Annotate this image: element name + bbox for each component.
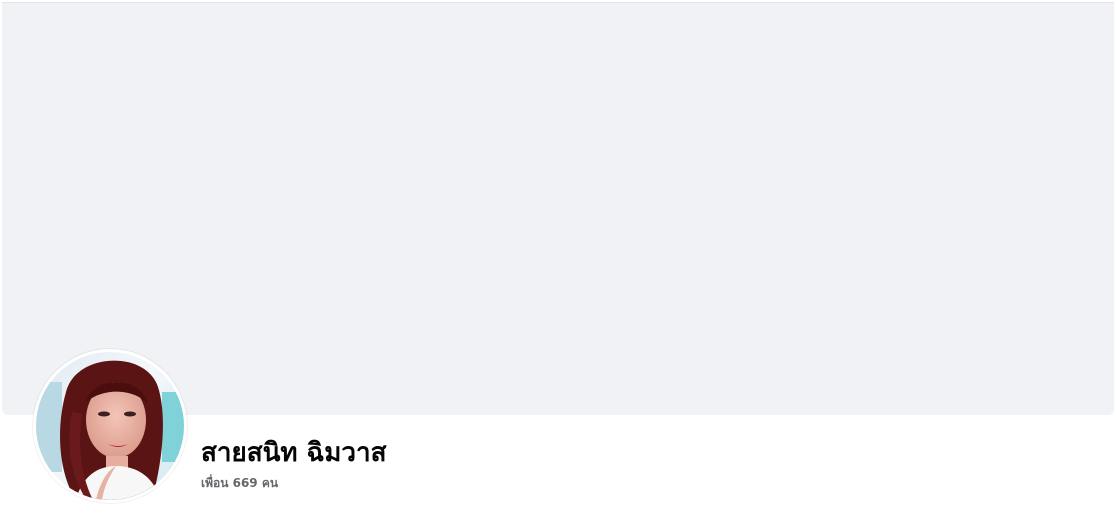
profile-page: สายสนิท ฉิมวาส เพื่อน 669 คน (0, 0, 1116, 521)
profile-picture-frame[interactable] (33, 349, 187, 503)
profile-picture[interactable] (36, 352, 184, 500)
friend-count[interactable]: เพื่อน 669 คน (201, 474, 278, 492)
cover-photo[interactable] (2, 2, 1114, 415)
profile-name[interactable]: สายสนิท ฉิมวาส (201, 435, 386, 471)
profile-photo-icon (36, 352, 184, 500)
